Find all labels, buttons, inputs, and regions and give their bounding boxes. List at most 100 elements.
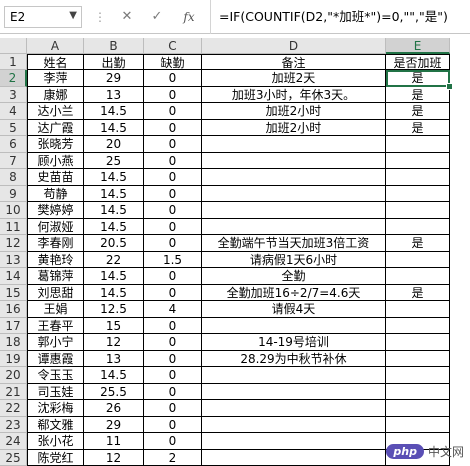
cell-b21[interactable]: 25.5 xyxy=(84,383,144,401)
cell-d21[interactable] xyxy=(202,383,386,401)
cell-a9[interactable]: 苟静 xyxy=(27,185,84,203)
row-header-9[interactable]: 9 xyxy=(0,185,27,203)
cell-b11[interactable]: 14.5 xyxy=(84,218,144,236)
row-header-17[interactable]: 17 xyxy=(0,317,27,335)
cell-a11[interactable]: 何淑娅 xyxy=(27,218,84,236)
row-header-6[interactable]: 6 xyxy=(0,136,27,153)
cell-e19[interactable] xyxy=(386,350,450,368)
cell-d19[interactable]: 28.29为中秋节补休 xyxy=(202,350,386,368)
cell-d10[interactable] xyxy=(202,202,386,219)
cell-a23[interactable]: 郗文雅 xyxy=(27,416,84,434)
cell-c10[interactable]: 0 xyxy=(144,202,202,219)
cell-a14[interactable]: 葛锦萍 xyxy=(27,268,84,285)
row-header-24[interactable]: 24 xyxy=(0,433,27,450)
cell-c14[interactable]: 0 xyxy=(144,268,202,285)
cell-b5[interactable]: 14.5 xyxy=(84,119,144,137)
row-header-14[interactable]: 14 xyxy=(0,268,27,285)
cancel-icon[interactable]: ✕ xyxy=(116,7,138,27)
cell-e22[interactable] xyxy=(386,400,450,417)
row-header-19[interactable]: 19 xyxy=(0,350,27,368)
cell-b20[interactable]: 14.5 xyxy=(84,367,144,384)
row-header-18[interactable]: 18 xyxy=(0,334,27,351)
row-header-25[interactable]: 25 xyxy=(0,449,27,466)
cell-c7[interactable]: 0 xyxy=(144,152,202,170)
cell-c20[interactable]: 0 xyxy=(144,367,202,384)
cell-c1[interactable]: 缺勤 xyxy=(144,54,202,71)
cell-e3[interactable]: 是 xyxy=(386,86,450,104)
cell-d24[interactable] xyxy=(202,433,386,450)
row-header-2[interactable]: 2 xyxy=(0,70,27,87)
cell-a17[interactable]: 王春平 xyxy=(27,317,84,335)
cell-a25[interactable]: 陈党红 xyxy=(27,449,84,466)
cell-d6[interactable] xyxy=(202,136,386,153)
cell-e13[interactable] xyxy=(386,251,450,269)
cell-c2[interactable]: 0 xyxy=(144,70,202,87)
row-header-3[interactable]: 3 xyxy=(0,86,27,104)
cell-d9[interactable] xyxy=(202,185,386,203)
cell-e9[interactable] xyxy=(386,185,450,203)
cell-e8[interactable] xyxy=(386,169,450,186)
cell-d25[interactable] xyxy=(202,449,386,466)
cell-e23[interactable] xyxy=(386,416,450,434)
cell-b7[interactable]: 25 xyxy=(84,152,144,170)
cell-a16[interactable]: 王娟 xyxy=(27,301,84,318)
cell-d5[interactable]: 加班2小时 xyxy=(202,119,386,137)
cell-c3[interactable]: 0 xyxy=(144,86,202,104)
enter-icon[interactable]: ✓ xyxy=(146,7,168,27)
cell-a21[interactable]: 司玉娃 xyxy=(27,383,84,401)
row-header-11[interactable]: 11 xyxy=(0,218,27,236)
row-header-4[interactable]: 4 xyxy=(0,103,27,120)
cell-d3[interactable]: 加班3小时，年休3天。 xyxy=(202,86,386,104)
cell-b14[interactable]: 14.5 xyxy=(84,268,144,285)
cell-d12[interactable]: 全勤端午节当天加班3倍工资 xyxy=(202,235,386,252)
cell-a22[interactable]: 沈彩梅 xyxy=(27,400,84,417)
cell-b6[interactable]: 20 xyxy=(84,136,144,153)
cell-c18[interactable]: 0 xyxy=(144,334,202,351)
cell-a24[interactable]: 张小花 xyxy=(27,433,84,450)
cell-e5[interactable]: 是 xyxy=(386,119,450,137)
cell-b9[interactable]: 14.5 xyxy=(84,185,144,203)
cell-e1[interactable]: 是否加班 xyxy=(386,54,450,71)
cell-d1[interactable]: 备注 xyxy=(202,54,386,71)
cell-b23[interactable]: 29 xyxy=(84,416,144,434)
cell-c9[interactable]: 0 xyxy=(144,185,202,203)
row-header-22[interactable]: 22 xyxy=(0,400,27,417)
cell-e15[interactable]: 是 xyxy=(386,284,450,302)
cell-d15[interactable]: 全勤加班16÷2/7=4.6天 xyxy=(202,284,386,302)
cell-a18[interactable]: 郭小宁 xyxy=(27,334,84,351)
cell-e17[interactable] xyxy=(386,317,450,335)
column-header-b[interactable]: B xyxy=(84,38,144,54)
cell-a10[interactable]: 樊婷婷 xyxy=(27,202,84,219)
row-header-20[interactable]: 20 xyxy=(0,367,27,384)
cell-e6[interactable] xyxy=(386,136,450,153)
cell-e12[interactable]: 是 xyxy=(386,235,450,252)
row-header-7[interactable]: 7 xyxy=(0,152,27,170)
cell-b16[interactable]: 12.5 xyxy=(84,301,144,318)
cell-e20[interactable] xyxy=(386,367,450,384)
row-header-16[interactable]: 16 xyxy=(0,301,27,318)
column-header-e[interactable]: E xyxy=(386,38,450,54)
cell-b15[interactable]: 14.5 xyxy=(84,284,144,302)
cell-c19[interactable]: 0 xyxy=(144,350,202,368)
cell-e2[interactable]: 是 xyxy=(386,70,450,87)
cell-d8[interactable] xyxy=(202,169,386,186)
row-header-13[interactable]: 13 xyxy=(0,251,27,269)
cell-c11[interactable]: 0 xyxy=(144,218,202,236)
cell-d17[interactable] xyxy=(202,317,386,335)
row-header-10[interactable]: 10 xyxy=(0,202,27,219)
cell-a6[interactable]: 张晓芳 xyxy=(27,136,84,153)
cell-c23[interactable]: 0 xyxy=(144,416,202,434)
cell-b17[interactable]: 15 xyxy=(84,317,144,335)
cell-a15[interactable]: 刘思甜 xyxy=(27,284,84,302)
cell-d2[interactable]: 加班2天 xyxy=(202,70,386,87)
fill-handle[interactable] xyxy=(446,82,453,90)
cell-b24[interactable]: 11 xyxy=(84,433,144,450)
cell-d7[interactable] xyxy=(202,152,386,170)
cell-c17[interactable]: 0 xyxy=(144,317,202,335)
cell-e14[interactable] xyxy=(386,268,450,285)
cell-e11[interactable] xyxy=(386,218,450,236)
cell-e10[interactable] xyxy=(386,202,450,219)
cell-c15[interactable]: 0 xyxy=(144,284,202,302)
cell-c8[interactable]: 0 xyxy=(144,169,202,186)
column-header-c[interactable]: C xyxy=(144,38,202,54)
